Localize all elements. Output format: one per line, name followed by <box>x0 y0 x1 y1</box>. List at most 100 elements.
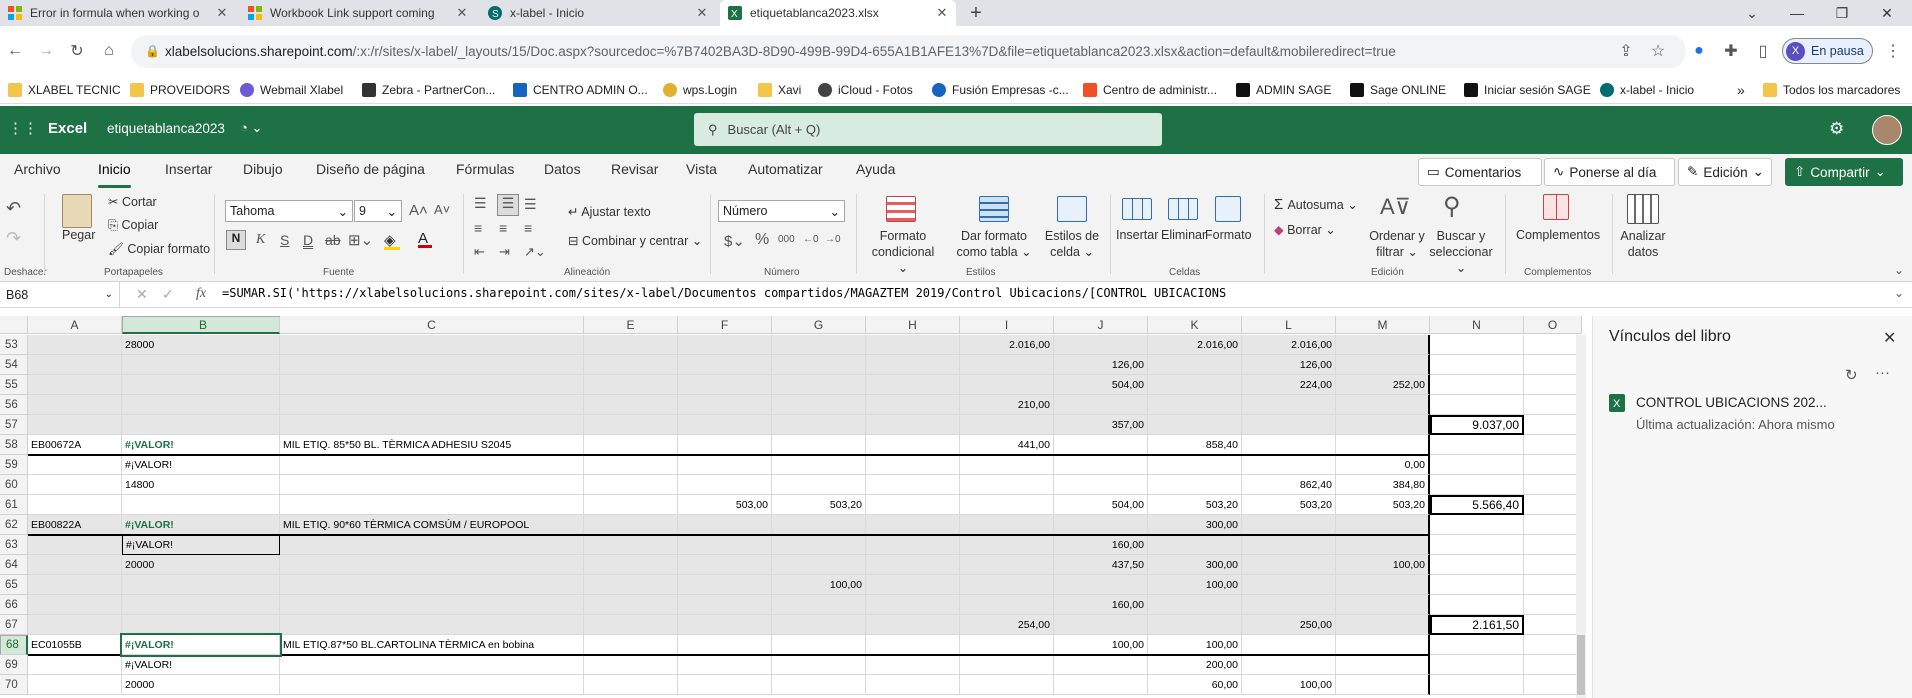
currency-icon[interactable]: $⌄ <box>724 232 745 250</box>
tab-datos[interactable]: Datos <box>544 161 581 177</box>
cell-F62[interactable] <box>678 515 772 535</box>
cell-E66[interactable] <box>584 595 678 615</box>
cell-H70[interactable] <box>866 675 960 695</box>
decrease-font-icon[interactable]: A˅ <box>434 202 450 217</box>
file-name[interactable]: etiquetablanca2023 <box>107 121 225 136</box>
cell-N70[interactable] <box>1430 675 1524 695</box>
align-center-icon[interactable]: ≡ <box>499 220 507 236</box>
row-header[interactable]: 55 <box>0 375 28 395</box>
cell-I59[interactable] <box>960 455 1054 475</box>
row-header[interactable]: 64 <box>0 555 28 575</box>
cell-N64[interactable] <box>1430 555 1524 575</box>
autosave-icon[interactable]: ◔ ⌄ <box>240 120 262 136</box>
format-painter-button[interactable]: 🖌 Copiar formato <box>108 242 210 257</box>
cell-C55[interactable] <box>280 375 584 395</box>
select-all-corner[interactable] <box>0 316 28 334</box>
cell-O59[interactable] <box>1524 455 1582 475</box>
cell-A64[interactable] <box>28 555 122 575</box>
cell-K56[interactable] <box>1148 395 1242 415</box>
cell-J58[interactable] <box>1054 435 1148 455</box>
confirm-icon[interactable]: ✓ <box>162 286 174 303</box>
cell-K53[interactable]: 2.016,00 <box>1148 335 1242 355</box>
cancel-icon[interactable]: ✕ <box>136 286 148 303</box>
cell-E62[interactable] <box>584 515 678 535</box>
cell-M63[interactable] <box>1336 535 1430 555</box>
cell-M61[interactable]: 503,20 <box>1336 495 1430 515</box>
cell-H67[interactable] <box>866 615 960 635</box>
cell-B64[interactable]: 20000 <box>122 555 280 575</box>
orientation-icon[interactable]: ↗⌄ <box>524 244 546 260</box>
addins-button[interactable]: Complementos <box>1516 228 1600 242</box>
cell-L70[interactable]: 100,00 <box>1242 675 1336 695</box>
cell-M65[interactable] <box>1336 575 1430 595</box>
cell-K67[interactable] <box>1148 615 1242 635</box>
cell-G59[interactable] <box>772 455 866 475</box>
analyze-data-button[interactable]: Analizar datos <box>1618 228 1668 260</box>
cell-F58[interactable] <box>678 435 772 455</box>
cell-J68[interactable]: 100,00 <box>1054 635 1148 655</box>
cell-A60[interactable] <box>28 475 122 495</box>
row-header[interactable]: 61 <box>0 495 28 515</box>
align-left-icon[interactable]: ≡ <box>474 220 482 236</box>
row-header[interactable]: 59 <box>0 455 28 475</box>
cell-M59[interactable]: 0,00 <box>1336 455 1430 475</box>
profile-button[interactable]: X En pausa <box>1782 38 1873 64</box>
cell-N60[interactable] <box>1430 475 1524 495</box>
column-header-E[interactable]: E <box>584 316 678 334</box>
cell-M56[interactable] <box>1336 395 1430 415</box>
user-avatar[interactable] <box>1872 115 1902 145</box>
cell-K63[interactable] <box>1148 535 1242 555</box>
refresh-icon[interactable]: ↻ <box>1845 366 1858 384</box>
cell-C59[interactable] <box>280 455 584 475</box>
cell-L60[interactable]: 862,40 <box>1242 475 1336 495</box>
row-header[interactable]: 68 <box>0 635 28 655</box>
increase-decimal-icon[interactable]: ←0 <box>803 234 819 245</box>
cell-E63[interactable] <box>584 535 678 555</box>
search-input[interactable]: ⚲ Buscar (Alt + Q) <box>694 113 1162 146</box>
cell-L67[interactable]: 250,00 <box>1242 615 1336 635</box>
browser-tab-1[interactable]: Error in formula when working o ✕ <box>0 0 236 26</box>
cell-H64[interactable] <box>866 555 960 575</box>
paste-icon[interactable] <box>62 194 92 228</box>
cell-I68[interactable] <box>960 635 1054 655</box>
italic-button[interactable]: K <box>256 232 265 248</box>
cell-O61[interactable] <box>1524 495 1582 515</box>
cell-M58[interactable] <box>1336 435 1430 455</box>
cell-C69[interactable] <box>280 655 584 675</box>
column-header-M[interactable]: M <box>1336 316 1430 334</box>
insert-button[interactable]: Insertar <box>1116 228 1158 242</box>
cell-F70[interactable] <box>678 675 772 695</box>
browser-tab-3[interactable]: S x-label - Inicio ✕ <box>480 0 716 26</box>
forward-icon[interactable]: → <box>35 40 57 62</box>
cell-M66[interactable] <box>1336 595 1430 615</box>
cell-J67[interactable] <box>1054 615 1148 635</box>
cell-I65[interactable] <box>960 575 1054 595</box>
cell-A65[interactable] <box>28 575 122 595</box>
cell-K68[interactable]: 100,00 <box>1148 635 1242 655</box>
clear-button[interactable]: ◆ Borrar ⌄ <box>1274 222 1336 237</box>
cell-N63[interactable] <box>1430 535 1524 555</box>
cell-M53[interactable] <box>1336 335 1430 355</box>
font-size-select[interactable]: 9 ⌄ <box>354 200 402 222</box>
cell-J56[interactable] <box>1054 395 1148 415</box>
cell-H59[interactable] <box>866 455 960 475</box>
cell-O67[interactable] <box>1524 615 1582 635</box>
cell-F68[interactable] <box>678 635 772 655</box>
redo-icon[interactable]: ↷ <box>6 228 21 249</box>
tab-diseno[interactable]: Diseño de página <box>316 161 425 177</box>
cell-I54[interactable] <box>960 355 1054 375</box>
cell-L68[interactable] <box>1242 635 1336 655</box>
cell-E60[interactable] <box>584 475 678 495</box>
cell-B53[interactable]: 28000 <box>122 335 280 355</box>
merge-center-button[interactable]: ⊟ Combinar y centrar ⌄ <box>568 233 702 248</box>
cell-B62[interactable]: #¡VALOR! <box>122 515 280 535</box>
cell-I69[interactable] <box>960 655 1054 675</box>
bookmark-item[interactable]: ADMIN SAGE <box>1236 79 1331 101</box>
cell-H57[interactable] <box>866 415 960 435</box>
cell-N69[interactable] <box>1430 655 1524 675</box>
cell-M55[interactable]: 252,00 <box>1336 375 1430 395</box>
cell-E53[interactable] <box>584 335 678 355</box>
cell-J54[interactable]: 126,00 <box>1054 355 1148 375</box>
row-header[interactable]: 65 <box>0 575 28 595</box>
cell-G58[interactable] <box>772 435 866 455</box>
